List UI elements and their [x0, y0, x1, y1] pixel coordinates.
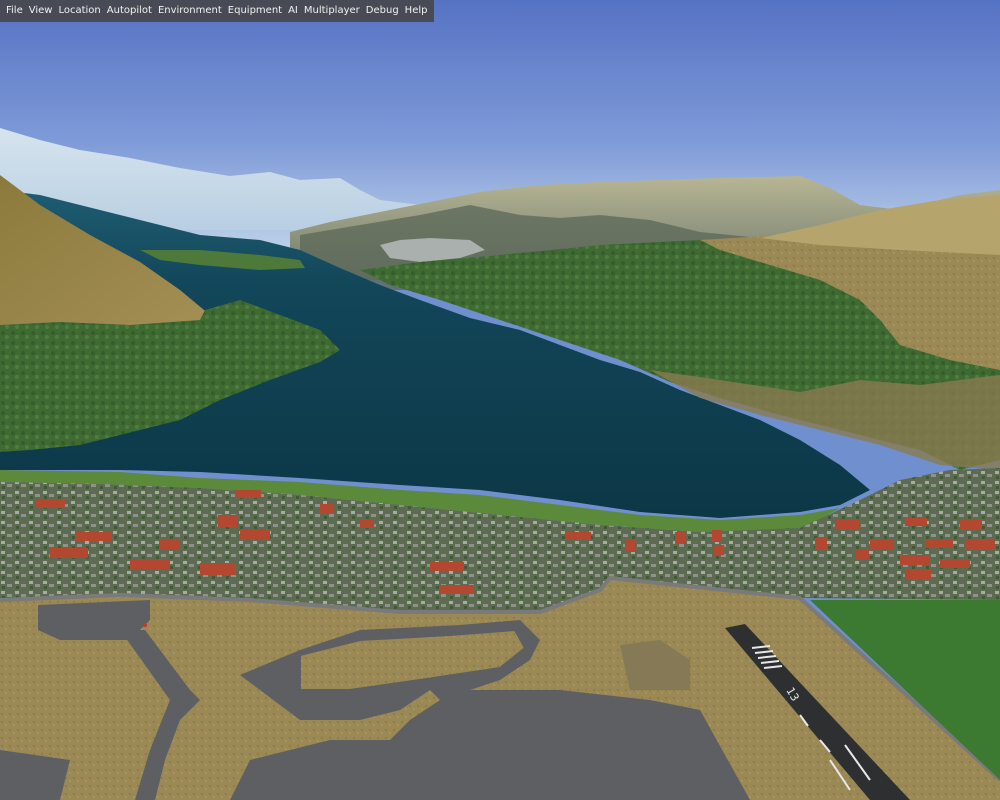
menu-location[interactable]: Location [55, 0, 103, 22]
red-marker [143, 623, 147, 627]
flight-sim-viewport[interactable]: 13 File View Location Autopilot Environm… [0, 0, 1000, 800]
menu-view[interactable]: View [26, 0, 56, 22]
menu-file[interactable]: File [3, 0, 26, 22]
menu-help[interactable]: Help [402, 0, 431, 22]
menu-environment[interactable]: Environment [155, 0, 225, 22]
menu-equipment[interactable]: Equipment [225, 0, 285, 22]
menu-debug[interactable]: Debug [363, 0, 402, 22]
menu-bar: File View Location Autopilot Environment… [0, 0, 435, 22]
menu-ai[interactable]: AI [285, 0, 301, 22]
menu-autopilot[interactable]: Autopilot [104, 0, 155, 22]
menu-multiplayer[interactable]: Multiplayer [301, 0, 363, 22]
3d-scenery: 13 [0, 0, 1000, 800]
